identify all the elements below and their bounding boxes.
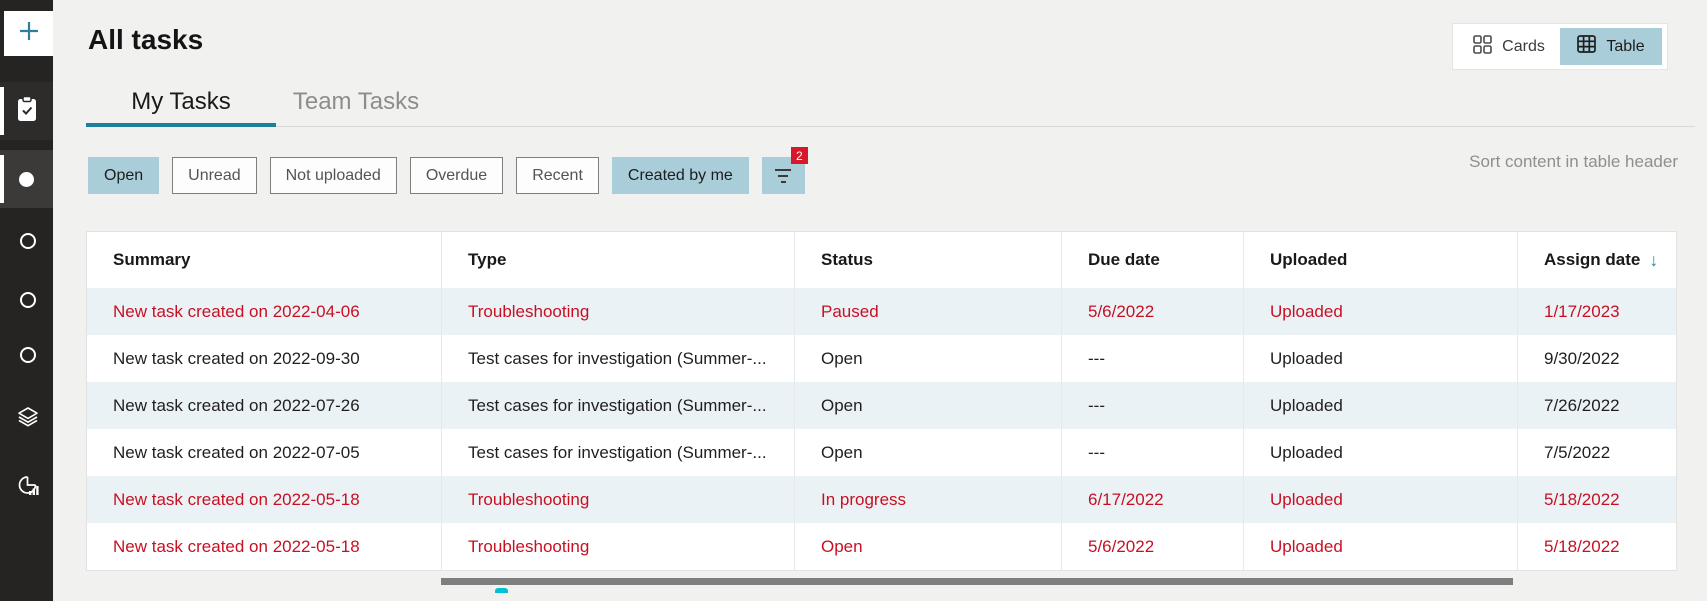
table-header-row: Summary Type Status Due date Uploaded As…	[87, 232, 1676, 288]
cell-summary: New task created on 2022-05-18	[87, 476, 442, 523]
layers-icon	[15, 404, 41, 430]
table-row[interactable]: New task created on 2022-04-06 Troublesh…	[87, 288, 1676, 335]
cell-uploaded: Uploaded	[1244, 382, 1518, 429]
tasks-table: Summary Type Status Due date Uploaded As…	[86, 231, 1677, 571]
cell-due-date: ---	[1062, 335, 1244, 382]
view-toggle: Cards Table	[1452, 23, 1668, 70]
cell-uploaded: Uploaded	[1244, 476, 1518, 523]
cell-status: Open	[795, 429, 1062, 476]
sidebar-item-tasks[interactable]	[0, 82, 53, 140]
cell-due-date: 5/6/2022	[1062, 288, 1244, 335]
cell-uploaded: Uploaded	[1244, 523, 1518, 570]
sidebar-item-circle-3[interactable]	[20, 347, 36, 363]
cell-summary: New task created on 2022-09-30	[87, 335, 442, 382]
new-task-button[interactable]	[4, 11, 53, 56]
horizontal-scrollbar-thumb[interactable]	[441, 578, 1513, 585]
cell-type: Troubleshooting	[442, 288, 795, 335]
sort-descending-icon: ↓	[1649, 250, 1658, 271]
cards-view-label: Cards	[1502, 38, 1545, 56]
active-tab-underline	[86, 123, 276, 127]
column-header-assign-date[interactable]: Assign date ↓	[1518, 232, 1676, 288]
cell-due-date: ---	[1062, 429, 1244, 476]
cell-summary: New task created on 2022-07-05	[87, 429, 442, 476]
sort-hint-text: Sort content in table header	[1469, 152, 1678, 172]
table-row[interactable]: New task created on 2022-05-18 Troublesh…	[87, 523, 1676, 570]
tabs-divider	[86, 126, 1695, 127]
cell-due-date: 5/6/2022	[1062, 523, 1244, 570]
teal-indicator-sliver	[495, 588, 508, 593]
table-row[interactable]: New task created on 2022-07-05 Test case…	[87, 429, 1676, 476]
cell-summary: New task created on 2022-07-26	[87, 382, 442, 429]
table-row[interactable]: New task created on 2022-09-30 Test case…	[87, 335, 1676, 382]
cell-status: In progress	[795, 476, 1062, 523]
cell-status: Open	[795, 382, 1062, 429]
table-row[interactable]: New task created on 2022-05-18 Troublesh…	[87, 476, 1676, 523]
cell-uploaded: Uploaded	[1244, 288, 1518, 335]
filter-not-uploaded-button[interactable]: Not uploaded	[270, 157, 397, 194]
table-grid-icon	[1577, 35, 1596, 58]
filter-count-badge: 2	[791, 147, 808, 164]
column-header-uploaded[interactable]: Uploaded	[1244, 232, 1518, 288]
cell-assign-date: 1/17/2023	[1518, 288, 1676, 335]
sidebar-item-circle-1[interactable]	[20, 233, 36, 249]
pie-chart-bars-icon	[15, 472, 41, 498]
cell-status: Open	[795, 523, 1062, 570]
clipboard-check-icon	[15, 95, 39, 128]
cell-type: Test cases for investigation (Summer-...	[442, 429, 795, 476]
cell-summary: New task created on 2022-05-18	[87, 523, 442, 570]
sidebar-item-circle-2[interactable]	[20, 292, 36, 308]
cell-assign-date: 7/5/2022	[1518, 429, 1676, 476]
cell-due-date: 6/17/2022	[1062, 476, 1244, 523]
cell-assign-date: 5/18/2022	[1518, 476, 1676, 523]
filter-funnel-icon	[775, 169, 791, 183]
cards-grid-icon	[1473, 35, 1492, 59]
cell-assign-date: 5/18/2022	[1518, 523, 1676, 570]
table-view-label: Table	[1606, 38, 1644, 56]
filled-dot-icon	[19, 172, 34, 187]
assign-date-label: Assign date	[1544, 250, 1640, 270]
cell-summary: New task created on 2022-04-06	[87, 288, 442, 335]
cards-view-button[interactable]: Cards	[1458, 28, 1560, 65]
sidebar	[0, 0, 53, 601]
column-header-type[interactable]: Type	[442, 232, 795, 288]
cell-status: Open	[795, 335, 1062, 382]
filter-open-button[interactable]: Open	[88, 157, 159, 194]
cell-type: Troubleshooting	[442, 523, 795, 570]
tab-my-tasks[interactable]: My Tasks	[86, 80, 276, 123]
cell-status: Paused	[795, 288, 1062, 335]
tab-team-tasks[interactable]: Team Tasks	[276, 80, 436, 123]
cell-assign-date: 7/26/2022	[1518, 382, 1676, 429]
filter-unread-button[interactable]: Unread	[172, 157, 256, 194]
cell-uploaded: Uploaded	[1244, 429, 1518, 476]
filter-overdue-button[interactable]: Overdue	[410, 157, 503, 194]
cell-due-date: ---	[1062, 382, 1244, 429]
table-view-button[interactable]: Table	[1560, 28, 1662, 65]
sidebar-item-current-view[interactable]	[0, 150, 53, 208]
cell-assign-date: 9/30/2022	[1518, 335, 1676, 382]
sidebar-item-layers[interactable]	[15, 404, 41, 435]
sidebar-item-reports[interactable]	[15, 472, 41, 503]
filter-bar: Open Unread Not uploaded Overdue Recent …	[88, 157, 805, 194]
page-title: All tasks	[88, 24, 203, 56]
filter-created-by-me-button[interactable]: Created by me	[612, 157, 749, 194]
more-filters-button[interactable]: 2	[762, 157, 805, 194]
cell-uploaded: Uploaded	[1244, 335, 1518, 382]
table-row[interactable]: New task created on 2022-07-26 Test case…	[87, 382, 1676, 429]
plus-icon	[17, 19, 41, 48]
column-header-due-date[interactable]: Due date	[1062, 232, 1244, 288]
filter-recent-button[interactable]: Recent	[516, 157, 599, 194]
cell-type: Test cases for investigation (Summer-...	[442, 382, 795, 429]
cell-type: Troubleshooting	[442, 476, 795, 523]
column-header-summary[interactable]: Summary	[87, 232, 442, 288]
column-header-status[interactable]: Status	[795, 232, 1062, 288]
cell-type: Test cases for investigation (Summer-...	[442, 335, 795, 382]
